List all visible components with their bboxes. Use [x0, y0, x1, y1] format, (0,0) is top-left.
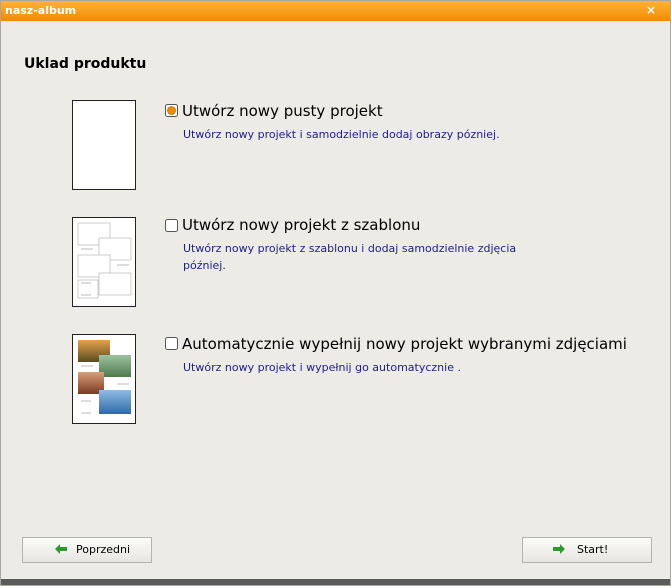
autofill-project-thumbnail[interactable] [72, 334, 136, 424]
app-window: nasz-album × Uklad produktu Utwórz nowy … [0, 0, 671, 586]
start-button[interactable]: Start! [522, 537, 652, 563]
option-title-autofill-project[interactable]: Automatycznie wypełnij nowy projekt wybr… [182, 335, 627, 353]
empty-project-thumbnail[interactable] [72, 100, 136, 190]
template-layout-icon [77, 222, 132, 299]
title-bar[interactable]: nasz-album × [1, 1, 670, 21]
option-title-empty-project[interactable]: Utwórz nowy pusty projekt [182, 102, 383, 120]
option-desc-empty-project: Utwórz nowy projekt i samodzielnie dodaj… [183, 128, 500, 141]
bottom-border [1, 579, 670, 585]
option-desc-template-project: Utwórz nowy projekt z szablonu i dodaj s… [183, 242, 517, 272]
start-button-label: Start! [577, 543, 609, 556]
radio-template-project[interactable] [165, 219, 178, 232]
close-icon[interactable]: × [646, 3, 656, 17]
back-button[interactable]: Poprzedni [22, 537, 152, 563]
back-button-label: Poprzedni [76, 543, 131, 556]
arrow-left-icon [55, 544, 67, 554]
page-title: Uklad produktu [24, 56, 147, 72]
window-title: nasz-album [5, 4, 77, 17]
template-project-thumbnail[interactable] [72, 217, 136, 307]
radio-empty-project[interactable] [165, 104, 178, 117]
radio-autofill-project[interactable] [165, 337, 178, 350]
arrow-right-icon [553, 544, 565, 554]
option-title-template-project[interactable]: Utwórz nowy projekt z szablonu [182, 216, 420, 234]
photo-layout-icon [78, 340, 131, 414]
option-desc-autofill-project: Utwórz nowy projekt i wypełnij go automa… [183, 361, 461, 374]
